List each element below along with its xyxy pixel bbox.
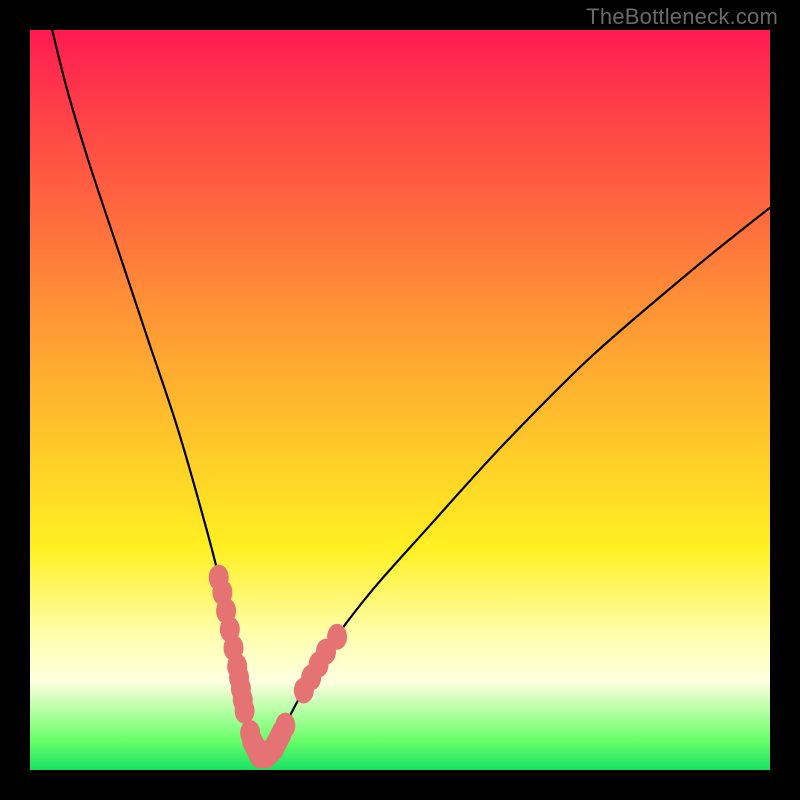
curve-dot: [275, 713, 295, 739]
plot-area: [30, 30, 770, 770]
watermark-text: TheBottleneck.com: [586, 4, 778, 30]
bottleneck-curve: [52, 30, 770, 757]
chart-container: TheBottleneck.com: [0, 0, 800, 800]
curve-dot: [235, 698, 255, 724]
chart-svg: [30, 30, 770, 770]
curve-dot: [327, 624, 347, 650]
curve-dots: [209, 565, 347, 769]
